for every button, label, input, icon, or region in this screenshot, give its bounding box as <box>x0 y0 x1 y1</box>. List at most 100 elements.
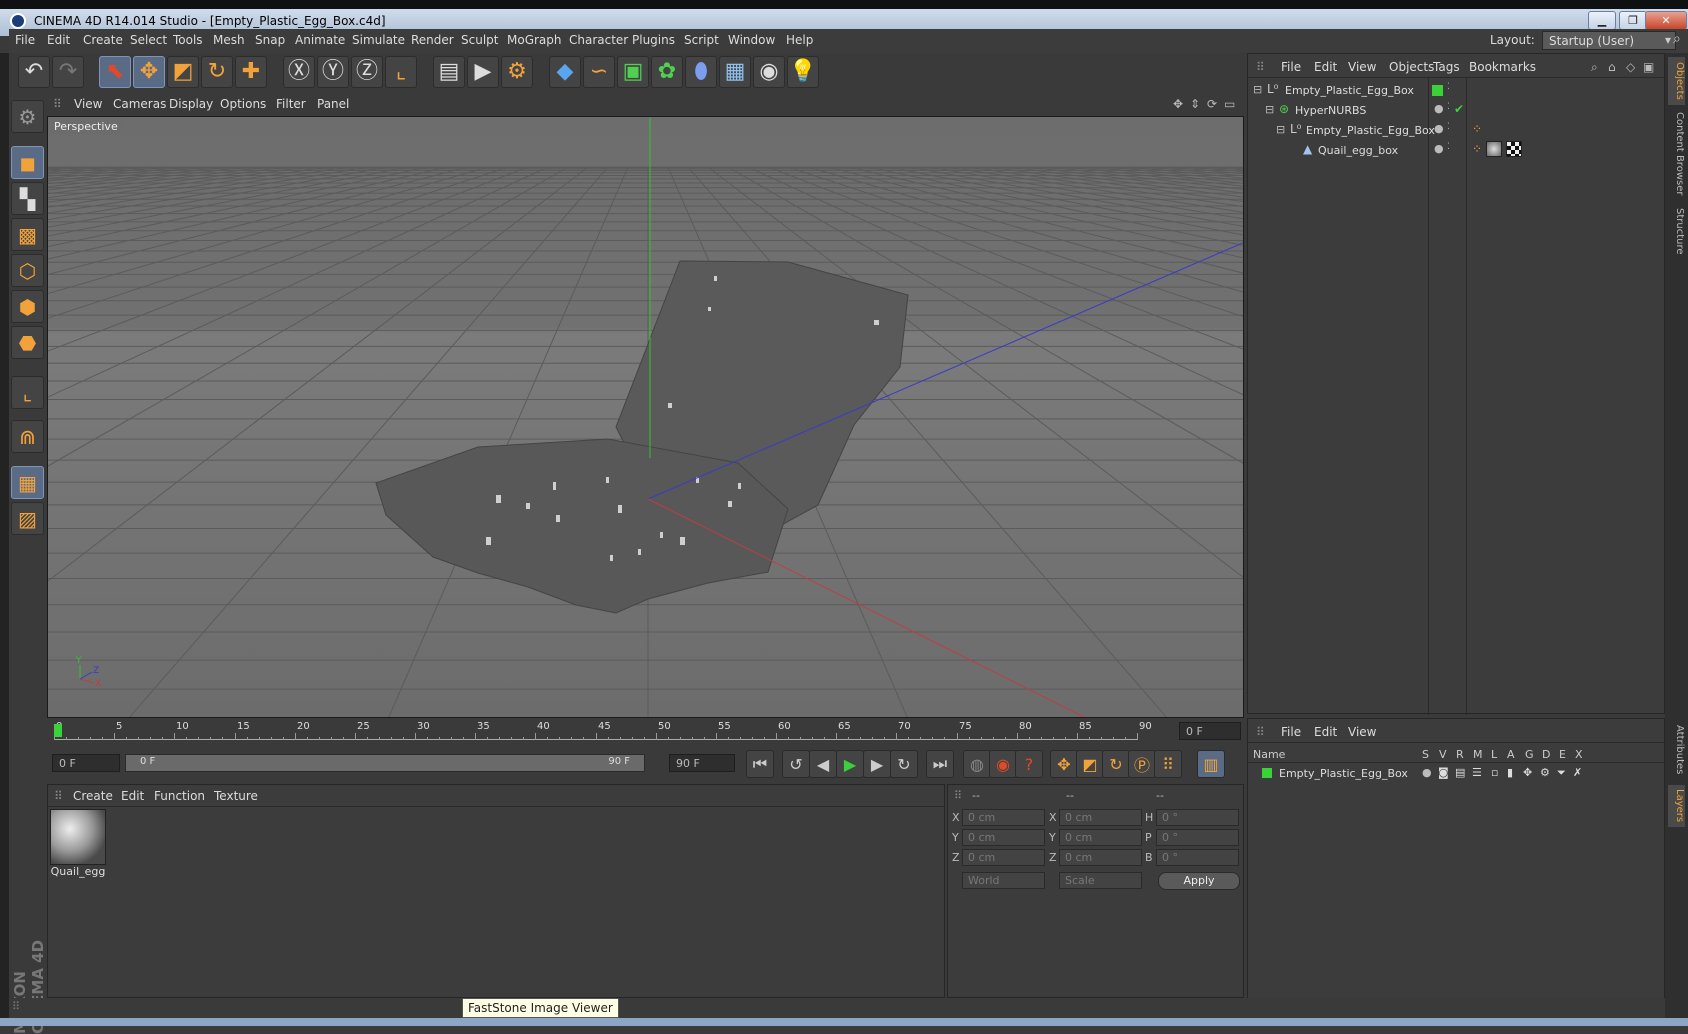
z-axis-lock-button[interactable]: Ⓩ <box>351 56 383 88</box>
max-frame-field[interactable]: 90 F <box>669 754 735 772</box>
prev-frame-button[interactable]: ◀ <box>809 750 837 778</box>
points-mode-button[interactable]: ⬡ <box>11 254 44 287</box>
add-light-button[interactable]: 💡 <box>787 56 819 88</box>
menu-file[interactable]: File <box>15 33 35 47</box>
size-mode-dropdown[interactable]: Scale <box>1059 872 1142 889</box>
col-locked[interactable]: L <box>1491 748 1497 761</box>
viewport-menu-display[interactable]: Display <box>169 97 213 111</box>
object-row[interactable]: ⊟ L⁰ Empty_Plastic_Egg_Box ● ⁚ ⁘ <box>1248 121 1666 141</box>
render-clapper-icon[interactable]: ▤ <box>1455 766 1465 779</box>
col-animation[interactable]: A <box>1507 748 1515 761</box>
col-expressions[interactable]: E <box>1559 748 1566 761</box>
col-generators[interactable]: G <box>1525 748 1534 761</box>
object-row[interactable]: ▲ Quail_egg_box ● ⁚ ⁘ <box>1248 141 1666 161</box>
layer-menu-file[interactable]: File <box>1281 725 1301 739</box>
apply-button[interactable]: Apply <box>1158 872 1240 890</box>
animation-icon[interactable]: ▮ <box>1507 766 1513 779</box>
undo-button[interactable]: ↶ <box>18 56 50 88</box>
solo-toggle[interactable]: ● <box>1422 766 1432 779</box>
visibility-dot[interactable]: ● <box>1434 102 1444 115</box>
size-x-field[interactable]: 0 cm <box>1059 809 1142 826</box>
timeline-ruler[interactable]: 051015202530354045505560657075808590 0 F <box>47 719 1244 743</box>
home-icon[interactable]: ⌂ <box>1608 60 1616 74</box>
add-deformer-button[interactable]: ⬮ <box>685 56 717 88</box>
menu-plugins[interactable]: Plugins <box>632 33 675 47</box>
material-menu-create[interactable]: Create <box>73 789 113 803</box>
view-eye-icon[interactable]: ◙ <box>1438 766 1449 779</box>
col-manager[interactable]: M <box>1473 748 1483 761</box>
object-menu-objects[interactable]: Objects <box>1389 60 1434 74</box>
collapse-icon[interactable]: ⊟ <box>1276 123 1285 136</box>
new-window-icon[interactable]: ▣ <box>1643 60 1654 74</box>
add-spline-button[interactable]: ∽ <box>583 56 615 88</box>
search-icon[interactable]: ⌕ <box>1673 31 1681 47</box>
timeline-window-button[interactable]: ▥ <box>1197 750 1225 778</box>
tab-attributes[interactable]: Attributes <box>1668 721 1685 779</box>
keyframe-selection-button[interactable]: ? <box>1015 750 1043 778</box>
pos-z-field[interactable]: 0 cm <box>962 849 1045 866</box>
menu-mesh[interactable]: Mesh <box>213 33 245 47</box>
generator-icon[interactable]: ✥ <box>1523 766 1532 779</box>
play-button[interactable]: ▶ <box>836 750 864 778</box>
checker-tag-icon[interactable] <box>1506 141 1522 157</box>
workplane-lock-button[interactable]: ▦ <box>11 466 44 499</box>
planar-workplane-button[interactable]: ▨ <box>11 502 44 535</box>
autokey-button[interactable]: ◉ <box>989 750 1017 778</box>
x-axis-lock-button[interactable]: Ⓧ <box>283 56 315 88</box>
rotate-tool-button[interactable]: ↻ <box>201 56 233 88</box>
layout-dropdown[interactable]: Startup (User) ▾ <box>1542 31 1676 50</box>
col-name[interactable]: Name <box>1253 748 1285 761</box>
y-axis-lock-button[interactable]: Ⓨ <box>317 56 349 88</box>
goto-start-button[interactable]: ⏮ <box>746 750 774 778</box>
xref-icon[interactable]: ✗ <box>1573 766 1582 779</box>
viewport-menu-cameras[interactable]: Cameras <box>113 97 166 111</box>
expression-icon[interactable]: ⏷ <box>1557 766 1566 780</box>
axis-mode-button[interactable]: ⌞ <box>11 376 44 409</box>
material-menu-edit[interactable]: Edit <box>121 789 144 803</box>
add-cube-button[interactable]: ◆ <box>549 56 581 88</box>
add-nurbs-button[interactable]: ▣ <box>617 56 649 88</box>
tab-layers[interactable]: Layers <box>1668 785 1685 827</box>
tab-structure[interactable]: Structure <box>1668 203 1685 259</box>
layer-menu-edit[interactable]: Edit <box>1314 725 1337 739</box>
viewport-menu-view[interactable]: View <box>74 97 102 111</box>
rot-b-field[interactable]: 0 ° <box>1156 849 1239 866</box>
col-xref[interactable]: X <box>1575 748 1583 761</box>
frame-range-slider[interactable]: 0 F 90 F <box>125 754 645 772</box>
record-active-button[interactable]: ◍ <box>963 750 991 778</box>
tab-objects[interactable]: Objects <box>1668 57 1685 105</box>
menu-snap[interactable]: Snap <box>255 33 285 47</box>
key-scale-button[interactable]: ◩ <box>1076 750 1104 778</box>
add-floor-button[interactable]: ▦ <box>719 56 751 88</box>
prev-key-button[interactable]: ↺ <box>782 750 810 778</box>
menu-script[interactable]: Script <box>684 33 719 47</box>
layer-menu-view[interactable]: View <box>1348 725 1376 739</box>
object-menu-file[interactable]: File <box>1281 60 1301 74</box>
material-menu-texture[interactable]: Texture <box>214 789 258 803</box>
key-parameter-button[interactable]: Ⓟ <box>1128 750 1156 778</box>
current-frame-field[interactable]: 0 F <box>1179 722 1241 740</box>
size-z-field[interactable]: 0 cm <box>1059 849 1142 866</box>
object-row[interactable]: ⊟ L⁰ Empty_Plastic_Egg_Box ⁚ <box>1248 81 1666 101</box>
menu-create[interactable]: Create <box>83 33 123 47</box>
scale-tool-button[interactable]: ◩ <box>167 56 199 88</box>
coordinate-system-button[interactable]: ⌞ <box>385 56 417 88</box>
viewport-menu-options[interactable]: Options <box>220 97 266 111</box>
col-solo[interactable]: S <box>1422 748 1429 761</box>
size-y-field[interactable]: 0 cm <box>1059 829 1142 846</box>
menu-mograph[interactable]: MoGraph <box>507 33 562 47</box>
phong-tag-icon[interactable]: ⁘ <box>1472 142 1482 156</box>
object-menu-edit[interactable]: Edit <box>1314 60 1337 74</box>
perspective-viewport[interactable]: Y X Z Perspective <box>47 116 1244 718</box>
key-position-button[interactable]: ✥ <box>1050 750 1078 778</box>
minimize-button[interactable]: ▁ <box>1588 11 1616 30</box>
deformer-icon[interactable]: ⚙ <box>1540 766 1550 779</box>
collapse-icon[interactable]: ⊟ <box>1265 103 1274 116</box>
add-camera-button[interactable]: ◉ <box>753 56 785 88</box>
visibility-dot[interactable]: ● <box>1434 142 1444 155</box>
menu-character[interactable]: Character <box>569 33 628 47</box>
menu-animate[interactable]: Animate <box>295 33 345 47</box>
live-selection-button[interactable]: ⬉ <box>99 56 131 88</box>
collapse-icon[interactable]: ⊟ <box>1253 83 1262 96</box>
key-rotation-button[interactable]: ↻ <box>1102 750 1130 778</box>
